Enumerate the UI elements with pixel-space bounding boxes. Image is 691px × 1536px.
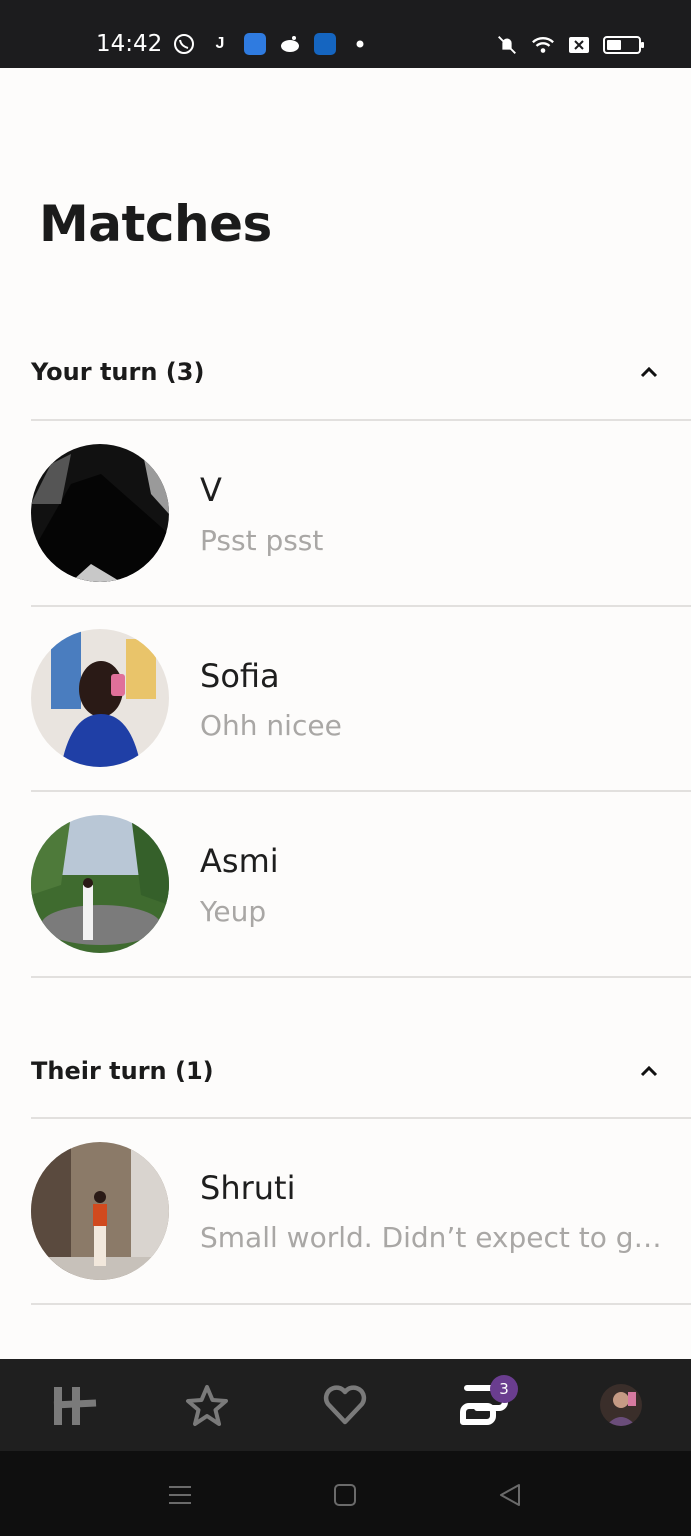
section-label: Their turn (1) — [31, 1057, 214, 1085]
avatar — [31, 444, 169, 582]
section-header-your-turn[interactable]: Your turn (3) — [31, 347, 660, 397]
section-header-their-turn[interactable]: Their turn (1) — [31, 1046, 660, 1096]
match-name: V — [200, 471, 222, 509]
match-name: Shruti — [200, 1169, 296, 1207]
last-message: Small world. Didn’t expect to get … — [200, 1221, 678, 1254]
divider — [31, 1303, 691, 1305]
standouts-star-icon — [186, 1385, 228, 1426]
system-nav-bar — [0, 1451, 691, 1536]
last-message: Psst psst — [200, 524, 324, 557]
tab-home[interactable] — [35, 1359, 115, 1451]
mute-vibrate-icon — [495, 33, 519, 57]
status-bar: 14:42 J — [0, 0, 691, 68]
system-icons — [495, 33, 644, 57]
chevron-up-icon[interactable] — [638, 361, 660, 383]
avatar — [31, 1142, 169, 1280]
likes-heart-icon — [323, 1385, 367, 1425]
notification-icons: J — [172, 32, 372, 56]
profile-avatar-icon — [600, 1384, 642, 1426]
no-sim-icon — [567, 33, 591, 57]
tab-likes[interactable] — [305, 1359, 385, 1451]
avatar — [31, 815, 169, 953]
divider — [31, 976, 691, 978]
match-row-asmi[interactable]: Asmi Yeup — [31, 792, 691, 977]
j-app-icon: J — [215, 35, 225, 52]
last-message: Yeup — [200, 895, 267, 928]
menu-icon[interactable] — [160, 1478, 200, 1512]
page-title: Matches — [39, 195, 272, 253]
chevron-up-icon[interactable] — [638, 1060, 660, 1082]
home-icon[interactable] — [325, 1478, 365, 1512]
dot-icon — [348, 32, 372, 56]
last-message: Ohh nicee — [200, 709, 342, 742]
wifi-icon — [531, 33, 555, 57]
back-icon[interactable] — [490, 1478, 530, 1512]
tab-standouts[interactable] — [167, 1359, 247, 1451]
section-label: Your turn (3) — [31, 358, 205, 386]
tab-profile[interactable] — [581, 1359, 661, 1451]
match-row-v[interactable]: V Psst psst — [31, 421, 691, 606]
match-row-shruti[interactable]: Shruti Small world. Didn’t expect to get… — [31, 1119, 691, 1304]
unread-badge: 3 — [490, 1375, 518, 1403]
avatar — [31, 629, 169, 767]
bottom-tab-bar: 3 — [0, 1359, 691, 1451]
blue-app-icon — [244, 33, 266, 55]
match-name: Sofia — [200, 657, 280, 695]
battery-icon — [603, 36, 644, 54]
status-time: 14:42 — [96, 31, 163, 57]
match-row-sofia[interactable]: Sofia Ohh nicee — [31, 607, 691, 792]
match-name: Asmi — [200, 842, 279, 880]
tab-matches[interactable]: 3 — [444, 1359, 524, 1451]
hinge-logo-icon — [53, 1387, 97, 1425]
shop-app-icon — [314, 33, 336, 55]
whatsapp-icon — [172, 32, 196, 56]
reddit-icon — [278, 32, 302, 56]
